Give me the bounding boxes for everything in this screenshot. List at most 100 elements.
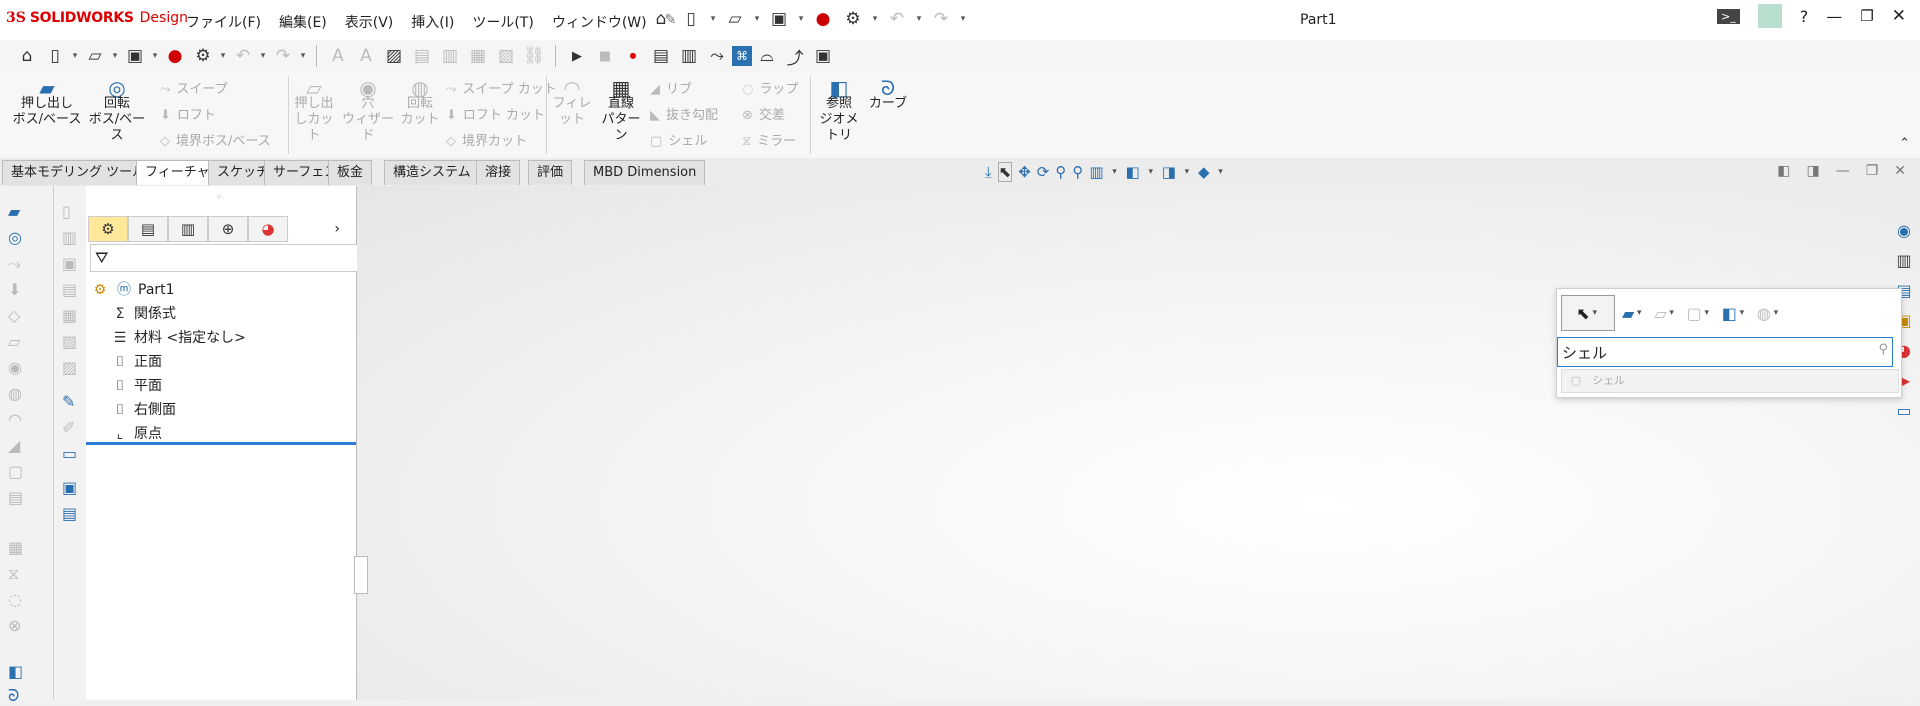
panel-grip-icon[interactable]: ◦	[216, 192, 222, 203]
extrude-boss-icon[interactable]: ▰	[8, 202, 20, 221]
shortcut-search-input[interactable]: シェル ⚲	[1557, 337, 1893, 367]
select-arrow-icon[interactable]: ⬉	[997, 162, 1013, 182]
boundary-cut-button[interactable]: ◇ 境界カット	[446, 130, 527, 149]
mirror-button[interactable]: ⧖ ミラー	[742, 130, 796, 149]
extrude-tool-button[interactable]: ▰ ▾	[1619, 296, 1647, 330]
revolve-boss-icon[interactable]: ◎	[8, 228, 22, 247]
loft-cut-button[interactable]: ⬇ ロフト カット	[446, 104, 545, 123]
menu-insert[interactable]: 挿入(I)	[411, 12, 454, 32]
menu-window[interactable]: ウィンドウ(W)	[552, 12, 647, 32]
edit-sketch-icon[interactable]: ✐	[62, 418, 75, 437]
rebuild-traffic-light-icon[interactable]: ●	[810, 6, 836, 32]
view-orientation-icon[interactable]: ⤓	[985, 163, 992, 181]
macro-edit-icon[interactable]: ▤	[648, 43, 674, 69]
draft-button[interactable]: ◣ 抜き勾配	[650, 104, 718, 123]
revolve-cut-icon[interactable]: ◍	[8, 384, 22, 403]
reference-geometry-button[interactable]: ◧ 参照 ジオメトリ	[814, 78, 864, 144]
open-caret-icon[interactable]: ▾	[752, 14, 762, 24]
menu-file[interactable]: ファイル(F)	[186, 12, 261, 32]
tree-item-material[interactable]: ☰ 材料 <指定なし>	[90, 326, 246, 350]
sketch-icon[interactable]: ✎	[62, 392, 75, 411]
tab-basic-modeling[interactable]: 基本モデリング ツール	[2, 160, 155, 185]
move-copy-icon[interactable]: ▧	[62, 332, 77, 351]
tree-root-part[interactable]: ⚙ ⓜ Part1	[90, 278, 246, 302]
tree-item-equations[interactable]: Σ 関係式	[90, 302, 246, 326]
rollback-bar[interactable]	[86, 442, 356, 445]
wrap-button[interactable]: ◌ ラップ	[742, 78, 798, 97]
display-tool-button[interactable]: ◍ ▾	[1754, 296, 1784, 330]
shell-button[interactable]: ▢ シェル	[650, 130, 707, 149]
zoom-icon[interactable]: ⚲	[1055, 163, 1066, 181]
doc-minimize-icon[interactable]: —	[1836, 163, 1850, 179]
collapse-ribbon-icon[interactable]: ⌃	[1899, 136, 1910, 151]
help-icon[interactable]: ?	[1800, 7, 1809, 26]
panel-collapse-handle[interactable]	[354, 556, 368, 594]
tree-item-front-plane[interactable]: ⌷ 正面	[90, 350, 246, 374]
grid-icon[interactable]: ▧	[493, 43, 519, 69]
sweep-icon[interactable]: ⤳	[8, 254, 21, 274]
copy-icon[interactable]: ▯	[62, 202, 71, 221]
options-caret-icon[interactable]: ▾	[870, 14, 880, 24]
save-icon[interactable]: ▣	[122, 43, 148, 69]
undo-icon[interactable]: ↶	[884, 6, 910, 32]
open-folder-icon[interactable]: ▱	[82, 43, 108, 69]
property-manager-tab-icon[interactable]: ▤	[128, 216, 168, 242]
minimize-icon[interactable]: —	[1826, 7, 1842, 26]
annotation-icon[interactable]: A	[353, 43, 379, 69]
tab-structure-system[interactable]: 構造システム	[384, 160, 480, 185]
sweep-button[interactable]: ⤳ スイープ	[160, 78, 228, 97]
image-icon[interactable]: ▨	[381, 43, 407, 69]
intersect-button[interactable]: ⊗ 交差	[742, 104, 785, 123]
zoom-to-fit-icon[interactable]: ⚲	[1072, 163, 1083, 181]
new-document-icon[interactable]: ▯	[42, 43, 68, 69]
undo-icon[interactable]: ↶	[230, 43, 256, 69]
boundary-boss-button[interactable]: ◇ 境界ボス/ベース	[160, 130, 271, 149]
revolve-cut-button[interactable]: ◍ 回転 カット	[400, 78, 440, 128]
home-icon[interactable]: ⌂	[648, 6, 674, 32]
display-icon[interactable]: ▭	[62, 444, 77, 463]
menu-tools[interactable]: ツール(T)	[472, 12, 533, 32]
graphics-area[interactable]	[357, 186, 1920, 700]
extrude-cut-button[interactable]: ▱ 押し出 しカット	[292, 78, 336, 144]
boundary-icon[interactable]: ◇	[8, 306, 20, 325]
wrap-icon[interactable]: ◌	[8, 590, 22, 609]
body-icon[interactable]: ▣	[62, 254, 77, 273]
undo-caret-icon[interactable]: ▾	[914, 14, 924, 24]
save-caret-icon[interactable]: ▾	[796, 14, 806, 24]
tile-left-icon[interactable]: ◧	[1777, 163, 1790, 179]
section-view-icon[interactable]: ▥	[1089, 163, 1103, 181]
rebuild-traffic-light-icon[interactable]: ●	[162, 43, 188, 69]
new-document-icon[interactable]: ▯	[678, 6, 704, 32]
feature-manager-tree-tab-icon[interactable]: ⚙	[88, 216, 128, 242]
section-caret-icon[interactable]: ▾	[1110, 167, 1120, 177]
reference-geometry-icon[interactable]: ◧	[8, 662, 23, 681]
hide-show-icon[interactable]: ◨	[1162, 163, 1176, 181]
linear-pattern-button[interactable]: ▦ 直線 パターン	[598, 78, 644, 144]
redo-caret-icon[interactable]: ▾	[958, 14, 968, 24]
appearance-icon[interactable]: ◆	[1198, 163, 1210, 181]
properties-icon[interactable]: ▤	[62, 504, 77, 523]
redo-icon[interactable]: ↷	[928, 6, 954, 32]
menu-edit[interactable]: 編集(E)	[279, 12, 327, 32]
hide-show-caret-icon[interactable]: ▾	[1182, 167, 1192, 177]
text-icon[interactable]: A	[325, 43, 351, 69]
close-icon[interactable]: ✕	[1892, 6, 1906, 26]
macro-chart-icon[interactable]: ⤴	[782, 43, 808, 69]
tab-evaluate[interactable]: 評価	[528, 160, 573, 185]
macro-button-icon[interactable]: ⌘	[732, 46, 752, 66]
display-manager-tab-icon[interactable]: ◕	[248, 216, 288, 242]
menu-view[interactable]: 表示(V)	[345, 12, 394, 32]
record-icon[interactable]: ⏺	[620, 43, 646, 69]
mirror-icon[interactable]: ⧖	[8, 564, 19, 584]
redo-icon[interactable]: ↷	[270, 43, 296, 69]
app-logo[interactable]: 3S SOLIDWORKS Design	[6, 10, 188, 26]
macro-new-icon[interactable]: ▥	[676, 43, 702, 69]
open-caret-icon[interactable]: ▾	[110, 51, 120, 61]
combine-icon[interactable]: ▦	[62, 306, 77, 325]
configuration-manager-tab-icon[interactable]: ▥	[168, 216, 208, 242]
play-icon[interactable]: ▶	[564, 43, 590, 69]
restore-icon[interactable]: ❐	[1860, 7, 1873, 25]
fillet-icon[interactable]: ◠	[8, 410, 22, 429]
macro-mouse-icon[interactable]: ⌓	[754, 43, 780, 69]
split-icon[interactable]: ▤	[62, 280, 77, 299]
